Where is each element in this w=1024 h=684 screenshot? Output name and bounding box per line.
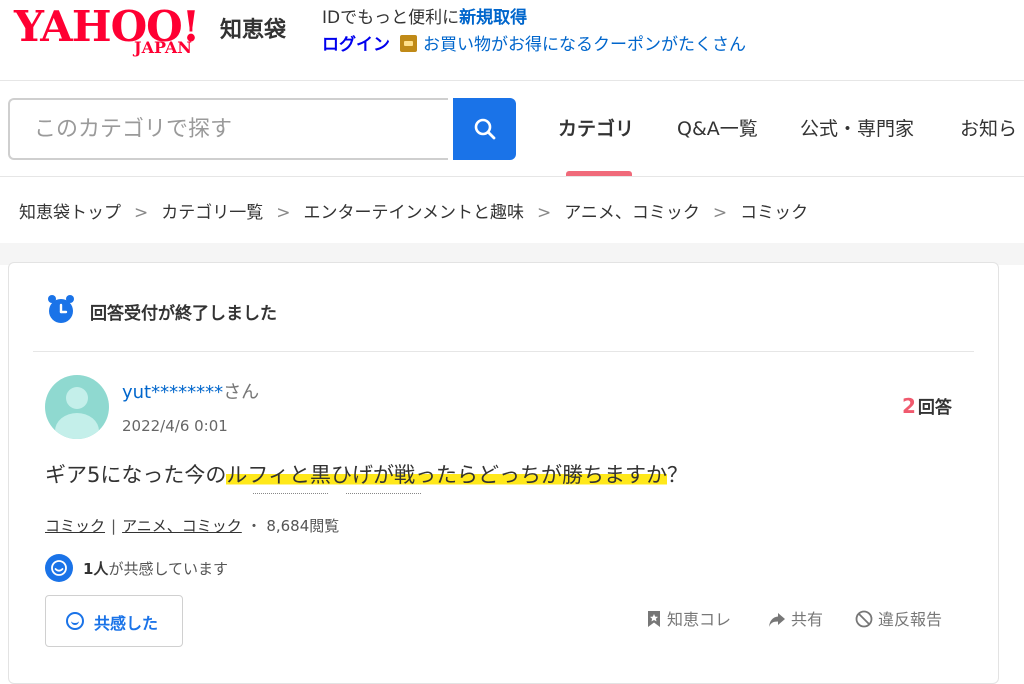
answer-count[interactable]: 2 回答 bbox=[902, 393, 952, 418]
empathy-button-label: 共感した bbox=[94, 614, 159, 633]
share-arrow-icon bbox=[769, 613, 785, 627]
share-button[interactable]: 共有 bbox=[768, 606, 823, 630]
nav-qa-list[interactable]: Q&A一覧 bbox=[677, 114, 758, 141]
bookmark-icon bbox=[648, 611, 660, 627]
site-header: YAHOO! JAPAN 知恵袋 IDでもっと便利に新規取得 ログイン お買い物が… bbox=[0, 0, 1024, 80]
category-link-anime[interactable]: アニメ、コミック bbox=[122, 517, 242, 535]
breadcrumb-item-anime[interactable]: アニメ、コミック bbox=[564, 203, 700, 223]
closed-status-text: 回答受付が終了しました bbox=[90, 304, 277, 324]
breadcrumb-item-entertainment[interactable]: エンターテインメントと趣味 bbox=[304, 203, 525, 223]
author-suffix: さん bbox=[223, 382, 260, 403]
author-name[interactable]: yut******** bbox=[122, 382, 223, 403]
breadcrumb-item-comic: コミック bbox=[740, 203, 809, 223]
alarm-clock-icon bbox=[48, 295, 74, 323]
breadcrumb-item-top[interactable]: 知恵袋トップ bbox=[19, 203, 121, 223]
card-divider bbox=[33, 351, 974, 352]
id-promo-text: IDでもっと便利に bbox=[322, 8, 460, 28]
highlighted-question-text: ルフィと黒ひげが戦ったらどっちが勝ちますか bbox=[226, 463, 667, 487]
search-bar bbox=[8, 98, 516, 160]
question-text: ギア5になった今のルフィと黒ひげが戦ったらどっちが勝ちますか？ bbox=[45, 463, 688, 487]
header-promo: IDでもっと便利に新規取得 ログイン お買い物がお得になるクーポンがたくさん bbox=[322, 5, 746, 59]
header-divider bbox=[0, 80, 1024, 81]
register-link[interactable]: 新規取得 bbox=[459, 8, 527, 28]
empathy-text: が共感しています bbox=[108, 560, 228, 578]
breadcrumb-separator: > bbox=[712, 203, 728, 223]
keyword-underline bbox=[346, 493, 421, 494]
breadcrumb-separator: > bbox=[134, 203, 149, 223]
avatar[interactable] bbox=[45, 375, 109, 439]
answer-count-label: 回答 bbox=[917, 398, 952, 418]
nav-notices[interactable]: お知ら bbox=[960, 114, 1017, 141]
category-link-comic[interactable]: コミック bbox=[45, 517, 105, 535]
logo-japan-text: JAPAN bbox=[134, 38, 192, 57]
service-name[interactable]: 知恵袋 bbox=[220, 12, 286, 44]
search-button[interactable] bbox=[453, 98, 516, 160]
login-link[interactable]: ログイン bbox=[322, 35, 390, 55]
nav-category[interactable]: カテゴリ bbox=[558, 114, 634, 141]
empathy-count: 1人 bbox=[83, 560, 109, 578]
yahoo-logo[interactable]: YAHOO! JAPAN bbox=[14, 2, 219, 64]
question-date: 2022/4/6 0:01 bbox=[122, 417, 228, 435]
search-icon bbox=[474, 118, 496, 140]
answer-count-number: 2 bbox=[902, 394, 916, 418]
coupon-icon bbox=[400, 35, 417, 52]
chiebukuro-collect-button[interactable]: 知恵コレ bbox=[646, 606, 731, 630]
smile-icon bbox=[45, 554, 73, 582]
view-count: 8,684閲覧 bbox=[266, 517, 340, 535]
search-input[interactable] bbox=[8, 98, 448, 160]
coupon-link[interactable]: お買い物がお得になるクーポンがたくさん bbox=[423, 35, 746, 55]
nav-official-experts[interactable]: 公式・専門家 bbox=[800, 114, 914, 141]
prohibited-icon bbox=[855, 610, 873, 628]
empathy-button[interactable]: 共感した bbox=[45, 595, 183, 647]
report-button[interactable]: 違反報告 bbox=[855, 606, 942, 630]
question-author[interactable]: yut********さん bbox=[122, 378, 259, 404]
breadcrumb-item-category-list[interactable]: カテゴリ一覧 bbox=[161, 203, 263, 223]
question-card: 回答受付が終了しました yut********さん 2022/4/6 0:01 … bbox=[8, 262, 999, 684]
breadcrumb-separator: > bbox=[276, 203, 291, 223]
breadcrumb: 知恵袋トップ > カテゴリ一覧 > エンターテインメントと趣味 > アニメ、コミック > コミッ… bbox=[0, 177, 1024, 243]
question-meta: コミック | アニメ、コミック ・ 8,684閲覧 bbox=[45, 517, 340, 535]
keyword-underline bbox=[253, 493, 328, 494]
smile-outline-icon bbox=[66, 612, 84, 630]
breadcrumb-separator: > bbox=[537, 203, 552, 223]
